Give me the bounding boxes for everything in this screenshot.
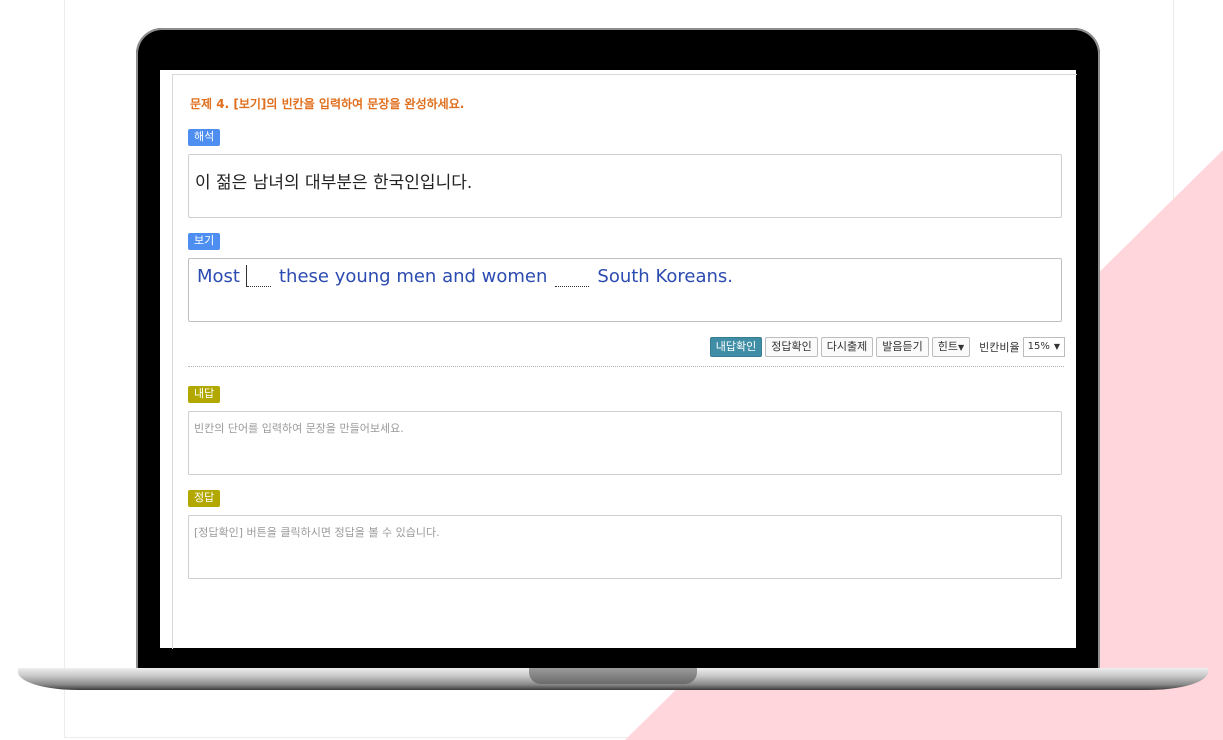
correct-answer-placeholder: [정답확인] 버튼을 클릭하시면 정답을 볼 수 있습니다. (194, 526, 440, 539)
listen-button[interactable]: 발음듣기 (876, 337, 929, 357)
laptop-notch (529, 668, 697, 684)
answer-toolbar: 내답확인 정답확인 다시출제 발음듣기 힌트▼ 빈칸비율 15% ▼ (709, 337, 1065, 357)
retry-button[interactable]: 다시출제 (820, 337, 874, 357)
chevron-down-icon: ▼ (957, 343, 965, 352)
example-badge: 보기 (188, 233, 221, 250)
sentence-word: South Koreans. (597, 266, 733, 287)
sentence-word: these young men and women (278, 266, 548, 287)
translation-text: 이 젊은 남녀의 대부분은 한국인입니다. (195, 173, 473, 193)
check-my-answer-button[interactable]: 내답확인 (709, 337, 763, 357)
my-answer-badge: 내답 (188, 386, 221, 403)
correct-answer-badge: 정답 (188, 490, 221, 507)
ratio-value: 15% (1027, 341, 1050, 352)
my-answer-placeholder: 빈칸의 단어를 입력하여 문장을 만들어보세요. (194, 422, 404, 435)
translation-badge: 해석 (188, 129, 221, 146)
question-title: 문제 4. [보기]의 빈칸을 입력하여 문장을 완성하세요. (190, 97, 465, 111)
blank-input-2[interactable] (555, 266, 590, 287)
hint-label: 힌트 (937, 340, 958, 353)
example-sentence: Most these young men and women South Kor… (197, 265, 733, 287)
show-answer-button[interactable]: 정답확인 (765, 337, 818, 357)
chevron-down-icon: ▼ (1053, 342, 1060, 351)
ratio-label: 빈칸비율 (979, 341, 1020, 354)
section-divider (188, 366, 1064, 367)
blank-input-1[interactable] (246, 266, 271, 287)
sentence-word: Most (197, 266, 240, 287)
ratio-select[interactable]: 15% ▼ (1022, 337, 1065, 357)
hint-button[interactable]: 힌트▼ (931, 337, 971, 357)
